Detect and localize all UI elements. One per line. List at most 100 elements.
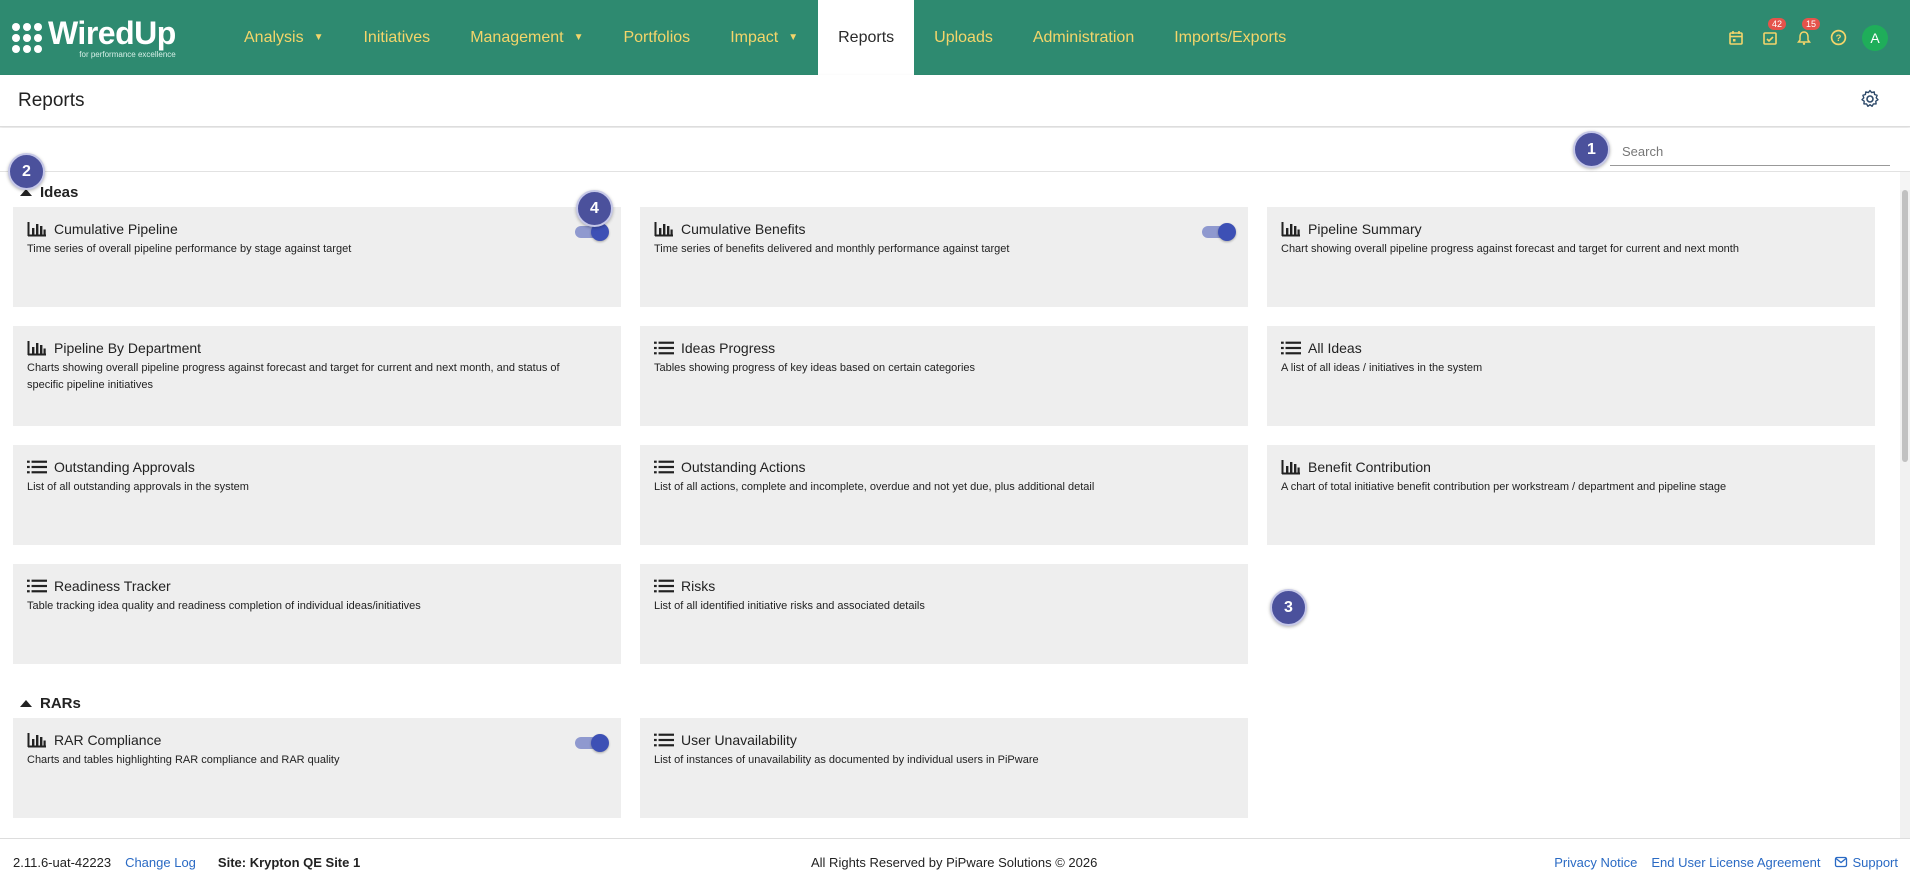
report-card[interactable]: Outstanding Actions List of all actions, … xyxy=(640,445,1248,545)
list-icon xyxy=(654,578,674,594)
favorite-toggle[interactable] xyxy=(1202,223,1236,241)
bell-icon[interactable]: 15 xyxy=(1794,17,1821,48)
main-menu: Analysis ▼ Initiatives Management ▼ Portfolio… xyxy=(224,0,1306,75)
search-input[interactable] xyxy=(1610,138,1890,166)
caret-down-icon: ▼ xyxy=(788,32,799,43)
notifications-count-badge: 15 xyxy=(1802,17,1821,30)
report-title: Pipeline Summary xyxy=(1308,221,1422,237)
report-card[interactable]: All Ideas A list of all ideas / initiativ… xyxy=(1267,326,1875,426)
report-card[interactable]: Readiness Tracker Table tracking idea qua… xyxy=(13,564,621,664)
nav-item-portfolios[interactable]: Portfolios xyxy=(603,0,710,75)
report-title: Cumulative Benefits xyxy=(681,221,806,237)
annotation-marker-3: 3 xyxy=(1270,589,1307,626)
wiredup-logo[interactable]: WiredUp for performance excellence xyxy=(0,0,210,75)
report-card[interactable]: User Unavailability List of instances of … xyxy=(640,718,1248,818)
report-card[interactable]: Cumulative Pipeline Time series of overal… xyxy=(13,207,621,307)
nav-item-label: Imports/Exports xyxy=(1174,28,1287,46)
logo-name: WiredUp xyxy=(48,14,176,51)
report-description: Charts and tables highlighting RAR compl… xyxy=(27,754,340,766)
report-title: Readiness Tracker xyxy=(54,578,171,594)
report-title: Pipeline By Department xyxy=(54,340,202,356)
bar-chart-icon xyxy=(654,221,674,237)
report-description: List of instances of unavailability as d… xyxy=(654,754,1039,766)
report-title: Benefit Contribution xyxy=(1308,459,1431,475)
report-card[interactable]: Benefit Contribution A chart of total ini… xyxy=(1267,445,1875,545)
report-card[interactable]: RAR Compliance Charts and tables highligh… xyxy=(13,718,621,818)
report-description: List of all outstanding approvals in the… xyxy=(27,481,249,493)
caret-down-icon: ▼ xyxy=(313,32,324,43)
bar-chart-icon xyxy=(1281,221,1301,237)
report-description: Time series of benefits delivered and mo… xyxy=(654,243,1010,255)
bar-chart-icon xyxy=(1281,459,1301,475)
report-description: A chart of total initiative benefit cont… xyxy=(1281,481,1727,493)
reports-content: Ideas Cumulative Pipeline Time series of o… xyxy=(0,172,1900,838)
report-description: List of all identified initiative risks … xyxy=(654,600,925,612)
nav-item-uploads[interactable]: Uploads xyxy=(914,0,1013,75)
collapse-arrow-icon xyxy=(20,189,32,196)
list-icon xyxy=(27,459,47,475)
nav-item-label: Portfolios xyxy=(623,28,691,46)
support-link[interactable]: Support xyxy=(1834,855,1898,870)
report-description: Table tracking idea quality and readines… xyxy=(27,600,421,612)
section-title: RARs xyxy=(40,695,81,712)
favorite-toggle[interactable] xyxy=(575,734,609,752)
privacy-notice-link[interactable]: Privacy Notice xyxy=(1554,855,1637,870)
report-title: Outstanding Approvals xyxy=(54,459,195,475)
bar-chart-icon xyxy=(27,732,47,748)
report-title: Risks xyxy=(681,578,716,594)
tasks-icon[interactable]: 42 xyxy=(1760,17,1787,48)
report-title: User Unavailability xyxy=(681,732,797,748)
svg-text:?: ? xyxy=(1835,33,1841,44)
collapse-arrow-icon xyxy=(20,700,32,707)
support-icon xyxy=(1835,856,1848,868)
nav-item-administration[interactable]: Administration xyxy=(1013,0,1154,75)
list-icon xyxy=(1281,340,1301,356)
nav-item-label: Management xyxy=(470,28,564,46)
logo-tagline: for performance excellence xyxy=(79,49,176,59)
calendar-icon[interactable] xyxy=(1726,28,1746,48)
app-version: 2.11.6-uat-42223 xyxy=(13,854,112,870)
annotation-marker-4: 4 xyxy=(576,190,613,227)
copyright-text: All Rights Reserved by PiPware Solutions… xyxy=(811,854,1098,870)
nav-item-label: Administration xyxy=(1032,28,1135,46)
nav-item-label: Impact xyxy=(730,28,779,46)
search-bar-row xyxy=(0,128,1910,172)
scrollbar-thumb[interactable] xyxy=(1902,190,1908,462)
bar-chart-icon xyxy=(27,340,47,356)
change-log-link[interactable]: Change Log xyxy=(125,855,196,870)
user-avatar[interactable]: A xyxy=(1862,24,1888,51)
nav-item-imports-exports[interactable]: Imports/Exports xyxy=(1154,0,1306,75)
top-navigation: WiredUp for performance excellence Analy… xyxy=(0,0,1910,75)
report-title: RAR Compliance xyxy=(54,732,162,748)
page-title: Reports xyxy=(18,89,85,111)
report-title: Cumulative Pipeline xyxy=(54,221,178,237)
tasks-count-badge: 42 xyxy=(1768,17,1787,30)
report-card[interactable]: Cumulative Benefits Time series of benefi… xyxy=(640,207,1248,307)
nav-item-label: Reports xyxy=(838,28,895,46)
report-description: Chart showing overall pipeline progress … xyxy=(1281,243,1739,255)
report-title: Ideas Progress xyxy=(681,340,776,356)
report-card[interactable]: Pipeline By Department Charts showing ove… xyxy=(13,326,621,426)
report-card[interactable]: Outstanding Approvals List of all outstan… xyxy=(13,445,621,545)
report-title: Outstanding Actions xyxy=(681,459,806,475)
support-label: Support xyxy=(1852,854,1898,870)
nav-item-initiatives[interactable]: Initiatives xyxy=(343,0,450,75)
nav-item-analysis[interactable]: Analysis ▼ xyxy=(224,0,343,75)
nav-item-label: Initiatives xyxy=(363,28,431,46)
section-header-rars[interactable]: RARs xyxy=(20,695,81,712)
report-card[interactable]: Pipeline Summary Chart showing overall pi… xyxy=(1267,207,1875,307)
annotation-marker-1: 1 xyxy=(1573,131,1610,168)
report-description: Tables showing progress of key ideas bas… xyxy=(654,362,976,374)
nav-item-reports[interactable]: Reports xyxy=(818,0,915,75)
nav-actions: 42 15 ? A xyxy=(1726,17,1910,51)
report-card[interactable]: Ideas Progress Tables showing progress of… xyxy=(640,326,1248,426)
report-description: Charts showing overall pipeline progress… xyxy=(27,362,560,391)
nav-item-impact[interactable]: Impact ▼ xyxy=(710,0,818,75)
nav-item-management[interactable]: Management ▼ xyxy=(450,0,603,75)
eula-link[interactable]: End User License Agreement xyxy=(1651,855,1820,870)
help-icon[interactable]: ? xyxy=(1828,28,1848,48)
report-card[interactable]: Risks List of all identified initiative r… xyxy=(640,564,1248,664)
report-description: A list of all ideas / initiatives in the… xyxy=(1281,362,1483,374)
list-icon xyxy=(654,732,674,748)
settings-gear-icon[interactable] xyxy=(1860,89,1882,111)
